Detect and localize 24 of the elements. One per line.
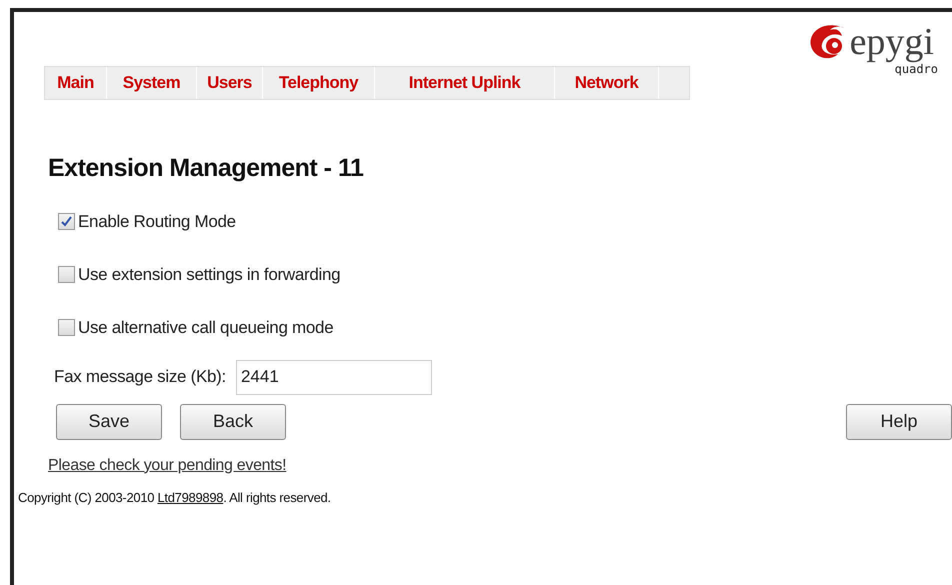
option-label: Enable Routing Mode [78,210,236,233]
menu-tab[interactable]: Internet Uplink [375,67,555,99]
checkbox[interactable] [58,266,75,283]
copyright-text: Copyright (C) 2003-2010 Ltd7989898. All rights reserved. [18,488,332,507]
menu-tab[interactable]: Main [45,67,107,99]
fax-size-label: Fax message size (Kb): [54,366,226,388]
option-label: Use extension settings in forwarding [78,264,340,286]
checkbox[interactable] [58,319,75,336]
menu-tab[interactable]: Telephony [263,67,375,99]
check-icon [61,216,72,227]
option-label: Use alternative call queueing mode [78,316,334,339]
form-button[interactable]: Back [180,404,286,440]
menu-tab[interactable]: System [107,67,197,99]
menu-tab[interactable]: Users [197,67,263,99]
page-title: Extension Management - 11 [48,153,364,184]
pending-events-link[interactable]: Please check your pending events! [48,454,286,478]
form-button[interactable]: Save [56,404,162,440]
checkbox[interactable] [58,213,75,230]
logo-name: epygi [850,23,934,61]
logo-subtitle: quadro [894,62,938,78]
company-link[interactable]: Ltd7989898 [158,490,224,504]
help-button[interactable]: Help [846,404,952,440]
fax-size-field[interactable]: 2441 [236,360,432,394]
menu-tab[interactable]: Network [555,67,659,99]
